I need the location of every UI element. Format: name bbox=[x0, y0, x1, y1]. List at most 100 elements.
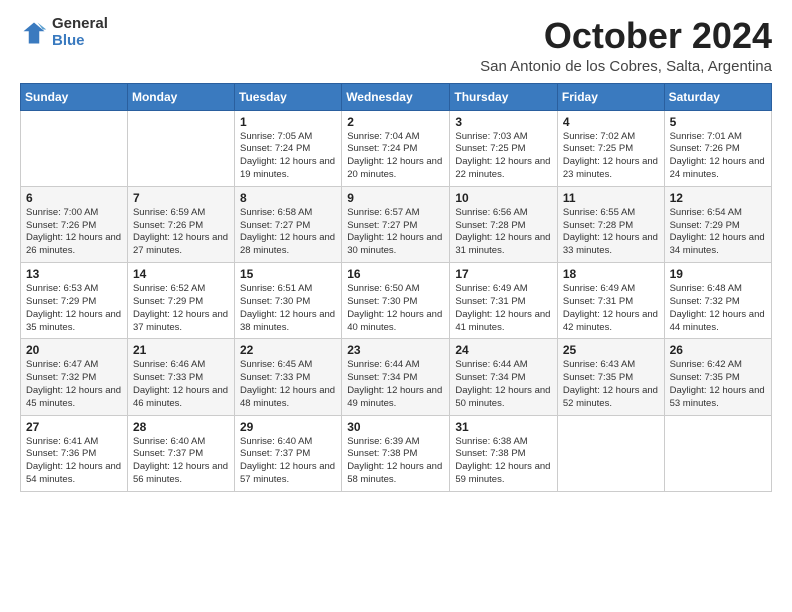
table-row: 6 Sunrise: 7:00 AMSunset: 7:26 PMDaylight… bbox=[21, 186, 128, 262]
week-row-2: 6 Sunrise: 7:00 AMSunset: 7:26 PMDaylight… bbox=[21, 186, 772, 262]
day-info: Sunrise: 6:59 AMSunset: 7:26 PMDaylight:… bbox=[133, 207, 229, 258]
logo-text: General Blue bbox=[52, 16, 108, 49]
day-info: Sunrise: 7:05 AMSunset: 7:24 PMDaylight:… bbox=[240, 131, 336, 182]
day-number: 28 bbox=[133, 420, 229, 434]
weekday-header-row: Sunday Monday Tuesday Wednesday Thursday… bbox=[21, 83, 772, 110]
logo: General Blue bbox=[20, 16, 108, 49]
day-info: Sunrise: 6:38 AMSunset: 7:38 PMDaylight:… bbox=[455, 436, 552, 487]
table-row: 11 Sunrise: 6:55 AMSunset: 7:28 PMDayligh… bbox=[557, 186, 664, 262]
day-info: Sunrise: 6:40 AMSunset: 7:37 PMDaylight:… bbox=[133, 436, 229, 487]
day-number: 19 bbox=[670, 267, 766, 281]
header-friday: Friday bbox=[557, 83, 664, 110]
day-number: 25 bbox=[563, 343, 659, 357]
day-info: Sunrise: 6:44 AMSunset: 7:34 PMDaylight:… bbox=[455, 359, 552, 410]
month-title: October 2024 bbox=[480, 16, 772, 56]
table-row: 27Sunrise: 6:41 AMSunset: 7:36 PMDayligh… bbox=[21, 415, 128, 491]
day-info: Sunrise: 6:55 AMSunset: 7:28 PMDaylight:… bbox=[563, 207, 659, 258]
day-number: 8 bbox=[240, 191, 336, 205]
day-info: Sunrise: 6:50 AMSunset: 7:30 PMDaylight:… bbox=[347, 283, 444, 334]
table-row: 20 Sunrise: 6:47 AMSunset: 7:32 PMDayligh… bbox=[21, 339, 128, 415]
day-info: Sunrise: 6:54 AMSunset: 7:29 PMDaylight:… bbox=[670, 207, 766, 258]
day-info: Sunrise: 6:47 AMSunset: 7:32 PMDaylight:… bbox=[26, 359, 122, 410]
day-number: 15 bbox=[240, 267, 336, 281]
table-row: 28 Sunrise: 6:40 AMSunset: 7:37 PMDayligh… bbox=[127, 415, 234, 491]
table-row: 24 Sunrise: 6:44 AMSunset: 7:34 PMDayligh… bbox=[450, 339, 558, 415]
day-number: 14 bbox=[133, 267, 229, 281]
page-container: General Blue October 2024 San Antonio de… bbox=[20, 16, 772, 492]
day-number: 18 bbox=[563, 267, 659, 281]
day-number: 2 bbox=[347, 115, 444, 129]
logo-general-text: General bbox=[52, 16, 108, 33]
day-number: 1 bbox=[240, 115, 336, 129]
day-number: 13 bbox=[26, 267, 122, 281]
day-info: Sunrise: 6:41 AMSunset: 7:36 PMDaylight:… bbox=[26, 436, 122, 487]
day-number: 16 bbox=[347, 267, 444, 281]
table-row: 14 Sunrise: 6:52 AMSunset: 7:29 PMDayligh… bbox=[127, 263, 234, 339]
title-section: October 2024 San Antonio de los Cobres, … bbox=[480, 16, 772, 75]
day-number: 23 bbox=[347, 343, 444, 357]
table-row: 9 Sunrise: 6:57 AMSunset: 7:27 PMDaylight… bbox=[342, 186, 450, 262]
day-number: 12 bbox=[670, 191, 766, 205]
table-row: 2 Sunrise: 7:04 AMSunset: 7:24 PMDaylight… bbox=[342, 110, 450, 186]
table-row: 23 Sunrise: 6:44 AMSunset: 7:34 PMDayligh… bbox=[342, 339, 450, 415]
table-row: 17Sunrise: 6:49 AMSunset: 7:31 PMDayligh… bbox=[450, 263, 558, 339]
table-row: 21 Sunrise: 6:46 AMSunset: 7:33 PMDayligh… bbox=[127, 339, 234, 415]
header: General Blue October 2024 San Antonio de… bbox=[20, 16, 772, 75]
header-monday: Monday bbox=[127, 83, 234, 110]
table-row: 16 Sunrise: 6:50 AMSunset: 7:30 PMDayligh… bbox=[342, 263, 450, 339]
table-row bbox=[557, 415, 664, 491]
table-row: 3Sunrise: 7:03 AMSunset: 7:25 PMDaylight… bbox=[450, 110, 558, 186]
day-number: 11 bbox=[563, 191, 659, 205]
day-info: Sunrise: 6:56 AMSunset: 7:28 PMDaylight:… bbox=[455, 207, 552, 258]
day-number: 10 bbox=[455, 191, 552, 205]
logo-icon bbox=[20, 19, 48, 47]
table-row bbox=[127, 110, 234, 186]
day-number: 21 bbox=[133, 343, 229, 357]
table-row: 12 Sunrise: 6:54 AMSunset: 7:29 PMDayligh… bbox=[664, 186, 771, 262]
table-row: 1 Sunrise: 7:05 AMSunset: 7:24 PMDaylight… bbox=[235, 110, 342, 186]
header-saturday: Saturday bbox=[664, 83, 771, 110]
header-wednesday: Wednesday bbox=[342, 83, 450, 110]
table-row: 30 Sunrise: 6:39 AMSunset: 7:38 PMDayligh… bbox=[342, 415, 450, 491]
table-row: 29Sunrise: 6:40 AMSunset: 7:37 PMDayligh… bbox=[235, 415, 342, 491]
day-info: Sunrise: 6:51 AMSunset: 7:30 PMDaylight:… bbox=[240, 283, 336, 334]
header-thursday: Thursday bbox=[450, 83, 558, 110]
day-number: 9 bbox=[347, 191, 444, 205]
day-number: 20 bbox=[26, 343, 122, 357]
table-row: 15 Sunrise: 6:51 AMSunset: 7:30 PMDayligh… bbox=[235, 263, 342, 339]
table-row: 13 Sunrise: 6:53 AMSunset: 7:29 PMDayligh… bbox=[21, 263, 128, 339]
day-info: Sunrise: 7:02 AMSunset: 7:25 PMDaylight:… bbox=[563, 131, 659, 182]
table-row: 22Sunrise: 6:45 AMSunset: 7:33 PMDayligh… bbox=[235, 339, 342, 415]
day-number: 5 bbox=[670, 115, 766, 129]
table-row bbox=[664, 415, 771, 491]
day-number: 6 bbox=[26, 191, 122, 205]
week-row-4: 20 Sunrise: 6:47 AMSunset: 7:32 PMDayligh… bbox=[21, 339, 772, 415]
table-row: 31Sunrise: 6:38 AMSunset: 7:38 PMDayligh… bbox=[450, 415, 558, 491]
table-row: 5Sunrise: 7:01 AMSunset: 7:26 PMDaylight… bbox=[664, 110, 771, 186]
header-sunday: Sunday bbox=[21, 83, 128, 110]
table-row: 10 Sunrise: 6:56 AMSunset: 7:28 PMDayligh… bbox=[450, 186, 558, 262]
day-number: 17 bbox=[455, 267, 552, 281]
logo-blue-text: Blue bbox=[52, 33, 108, 50]
day-number: 24 bbox=[455, 343, 552, 357]
calendar-table: Sunday Monday Tuesday Wednesday Thursday… bbox=[20, 83, 772, 492]
week-row-5: 27Sunrise: 6:41 AMSunset: 7:36 PMDayligh… bbox=[21, 415, 772, 491]
day-info: Sunrise: 6:48 AMSunset: 7:32 PMDaylight:… bbox=[670, 283, 766, 334]
week-row-1: 1 Sunrise: 7:05 AMSunset: 7:24 PMDaylight… bbox=[21, 110, 772, 186]
day-info: Sunrise: 7:04 AMSunset: 7:24 PMDaylight:… bbox=[347, 131, 444, 182]
day-info: Sunrise: 6:39 AMSunset: 7:38 PMDaylight:… bbox=[347, 436, 444, 487]
day-number: 26 bbox=[670, 343, 766, 357]
day-info: Sunrise: 7:00 AMSunset: 7:26 PMDaylight:… bbox=[26, 207, 122, 258]
day-info: Sunrise: 6:53 AMSunset: 7:29 PMDaylight:… bbox=[26, 283, 122, 334]
day-info: Sunrise: 6:44 AMSunset: 7:34 PMDaylight:… bbox=[347, 359, 444, 410]
day-info: Sunrise: 6:46 AMSunset: 7:33 PMDaylight:… bbox=[133, 359, 229, 410]
day-info: Sunrise: 6:57 AMSunset: 7:27 PMDaylight:… bbox=[347, 207, 444, 258]
day-info: Sunrise: 6:49 AMSunset: 7:31 PMDaylight:… bbox=[563, 283, 659, 334]
table-row bbox=[21, 110, 128, 186]
day-info: Sunrise: 6:52 AMSunset: 7:29 PMDaylight:… bbox=[133, 283, 229, 334]
day-info: Sunrise: 6:45 AMSunset: 7:33 PMDaylight:… bbox=[240, 359, 336, 410]
table-row: 4Sunrise: 7:02 AMSunset: 7:25 PMDaylight… bbox=[557, 110, 664, 186]
day-number: 30 bbox=[347, 420, 444, 434]
table-row: 7Sunrise: 6:59 AMSunset: 7:26 PMDaylight… bbox=[127, 186, 234, 262]
day-info: Sunrise: 6:40 AMSunset: 7:37 PMDaylight:… bbox=[240, 436, 336, 487]
